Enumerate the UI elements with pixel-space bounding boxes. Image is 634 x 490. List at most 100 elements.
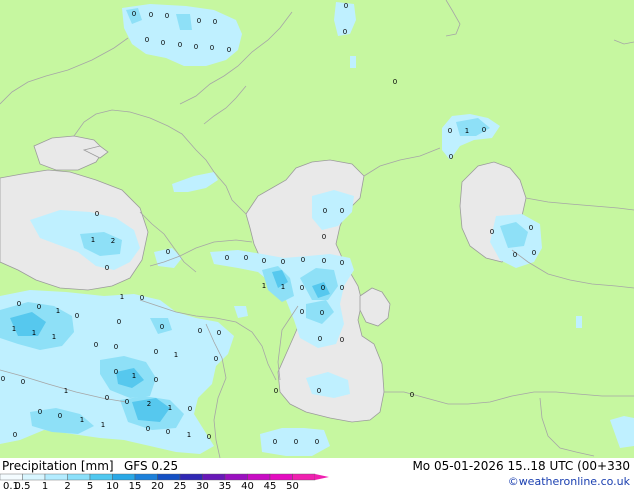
precip-value-label: 0 — [178, 41, 182, 49]
precip-value-label: 0 — [194, 43, 198, 51]
legend-tick-label: 0.5 — [15, 481, 31, 490]
precip-value-label: 0 — [317, 387, 321, 395]
precip-value-label: 0 — [482, 126, 486, 134]
precip-value-label: 0 — [262, 257, 266, 265]
precip-value-label: 0 — [448, 127, 452, 135]
precip-value-label: 0 — [318, 335, 322, 343]
precip-value-label: 1 — [64, 387, 68, 395]
precip-value-label: 0 — [449, 153, 453, 161]
valid-time: Mo 05-01-2026 15..18 UTC (00+330 — [412, 459, 630, 473]
precip-value-label: 0 — [281, 258, 285, 266]
legend-arrow — [315, 474, 329, 480]
precip-value-label: 0 — [300, 284, 304, 292]
precip-value-label: 0 — [207, 433, 211, 441]
precip-value-label: 0 — [198, 327, 202, 335]
precip-value-label: 0 — [217, 329, 221, 337]
map-title: Precipitation [mm] — [2, 459, 114, 473]
precip-value-label: 0 — [322, 257, 326, 265]
precip-value-label: 0 — [340, 207, 344, 215]
precip-value-label: 0 — [227, 46, 231, 54]
precip-value-label: 0 — [166, 428, 170, 436]
precip-value-label: 0 — [344, 2, 348, 10]
precip-value-label: 1 — [187, 431, 191, 439]
legend-swatch — [179, 473, 203, 481]
precip-value-label: 0 — [225, 254, 229, 262]
precip-value-label: 1 — [132, 372, 136, 380]
precip-value-label: 0 — [95, 210, 99, 218]
precip-value-label: 2 — [147, 400, 151, 408]
precip-value-label: 0 — [301, 256, 305, 264]
precip-value-label: 0 — [490, 228, 494, 236]
precip-value-label: 1 — [168, 404, 172, 412]
precip-value-label: 0 — [340, 284, 344, 292]
precip-value-label: 0 — [17, 300, 21, 308]
precip-value-label: 0 — [132, 10, 136, 18]
precip-value-label: 0 — [114, 343, 118, 351]
precip-value-label: 0 — [105, 394, 109, 402]
precipitation-map: 0 0 0 0 0 0 0 0 0 0 0 0 0 0 0 1 0 0 0 0 0 0 1 2 0 0 0 0 0 0 0 0 0 1 1 0 0 0 0 0… — [0, 0, 634, 458]
precip-value-label: 0 — [149, 11, 153, 19]
precip-value-label: 0 — [154, 376, 158, 384]
legend-swatch — [157, 473, 181, 481]
precip-value-label: 0 — [274, 387, 278, 395]
model-name: GFS 0.25 — [124, 459, 179, 473]
legend-boxes — [0, 473, 329, 481]
precip-value-label: 1 — [101, 421, 105, 429]
precip-value-label: 0 — [1, 375, 5, 383]
precip-value-label: 1 — [120, 293, 124, 301]
precip-value-label: 0 — [340, 259, 344, 267]
legend-swatch — [0, 473, 23, 481]
legend-tick-label: 30 — [196, 481, 209, 490]
precip-value-label: 0 — [340, 336, 344, 344]
precip-value-label: 2 — [111, 237, 115, 245]
legend-swatch — [22, 473, 46, 481]
legend-swatch — [202, 473, 226, 481]
precip-value-label: 0 — [165, 12, 169, 20]
precip-value-label: 0 — [323, 207, 327, 215]
precip-value-label: 0 — [140, 294, 144, 302]
precip-value-label: 0 — [410, 391, 414, 399]
legend-tick-label: 35 — [219, 481, 232, 490]
precip-value-label: 1 — [281, 283, 285, 291]
precip-value-label: 0 — [166, 248, 170, 256]
precip-value-label: 0 — [145, 36, 149, 44]
precip-value-label: 0 — [146, 425, 150, 433]
legend-tick-label: 15 — [129, 481, 142, 490]
precip-value-label: 1 — [56, 307, 60, 315]
precip-value-label: 0 — [210, 44, 214, 52]
legend-swatch — [224, 473, 248, 481]
precip-value-label: 0 — [343, 28, 347, 36]
legend-swatch — [247, 473, 271, 481]
legend-swatch — [269, 473, 293, 481]
precip-value-label: 1 — [174, 351, 178, 359]
precip-value-label: 0 — [197, 17, 201, 25]
precip-value-label: 0 — [532, 249, 536, 257]
precip-value-label: 0 — [94, 341, 98, 349]
precip-value-label: 0 — [322, 233, 326, 241]
legend-ticks: 0.10.5 1 2 5 10 15 20 25 30 35 40 45 50 — [3, 481, 299, 490]
precip-value-label: 0 — [300, 308, 304, 316]
precip-value-label: 0 — [161, 39, 165, 47]
credit-link[interactable]: ©weatheronline.co.uk — [508, 475, 630, 488]
precip-value-label: 1 — [465, 127, 469, 135]
precip-value-label: 0 — [188, 405, 192, 413]
precip-value-label: 0 — [393, 78, 397, 86]
precip-value-label: 0 — [75, 312, 79, 320]
legend-swatch — [67, 473, 91, 481]
precip-value-label: 1 — [262, 282, 266, 290]
precip-value-label: 0 — [117, 318, 121, 326]
legend-tick-label: 25 — [174, 481, 187, 490]
legend-tick-label: 5 — [87, 481, 93, 490]
precip-value-label: 0 — [21, 378, 25, 386]
precip-value-label: 0 — [114, 368, 118, 376]
precip-value-label: 1 — [91, 236, 95, 244]
precip-value-label: 0 — [125, 398, 129, 406]
legend-colorbar: 0.10.5 1 2 5 10 15 20 25 30 35 40 45 50 — [0, 473, 329, 490]
precip-value-label: 0 — [244, 254, 248, 262]
precip-value-label: 0 — [294, 438, 298, 446]
legend-tick-label: 40 — [241, 481, 254, 490]
legend-tick-label: 20 — [151, 481, 164, 490]
precip-value-label: 0 — [213, 18, 217, 26]
legend-tick-label: 2 — [64, 481, 70, 490]
legend-swatch — [89, 473, 113, 481]
